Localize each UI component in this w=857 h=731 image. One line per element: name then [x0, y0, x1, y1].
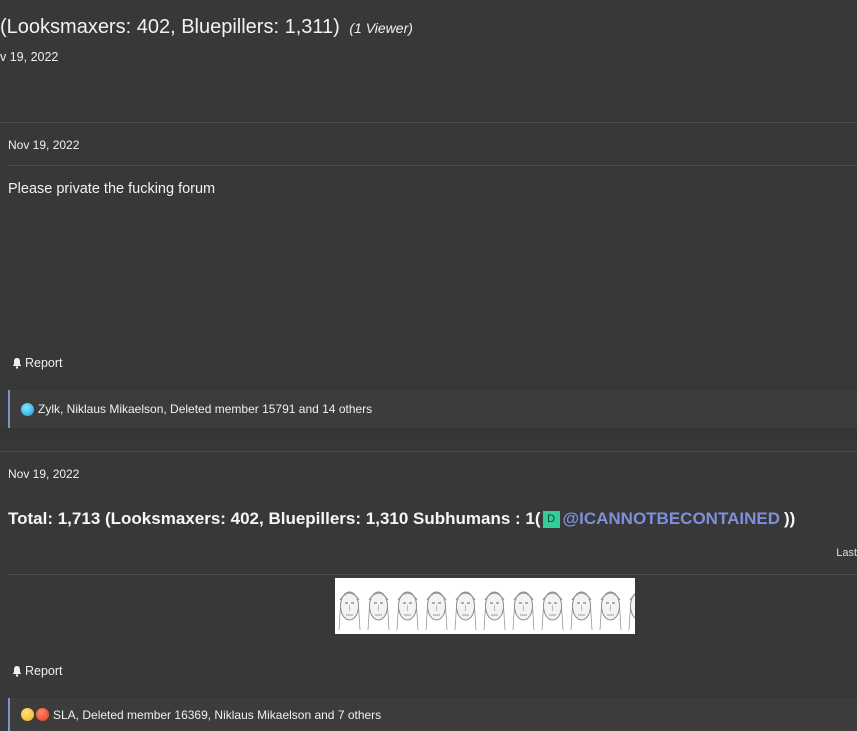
face-image-tile — [425, 591, 448, 631]
reaction-users[interactable]: SLA, Deleted member 16369, Niklaus Mikae… — [53, 708, 381, 722]
thread-start-date: v 19, 2022 — [0, 50, 59, 64]
viewer-count: (1 Viewer) — [349, 20, 413, 36]
report-button[interactable]: Report — [11, 664, 63, 678]
post-separator — [0, 428, 857, 440]
last-edited-label: Last — [836, 547, 857, 559]
user-mention-link[interactable]: @ICANNOTBECONTAINED — [563, 509, 780, 529]
report-label: Report — [25, 356, 63, 370]
face-image-tile — [541, 591, 564, 631]
face-image-tile — [367, 591, 390, 631]
bell-icon — [12, 358, 22, 369]
post-divider — [0, 451, 857, 452]
report-label: Report — [25, 664, 63, 678]
post-date[interactable]: Nov 19, 2022 — [8, 467, 79, 481]
post-divider — [0, 122, 857, 123]
forum-thread-page: (Looksmaxers: 402, Bluepillers: 1,311) (… — [0, 0, 857, 731]
thread-title: (Looksmaxers: 402, Bluepillers: 1,311) (… — [0, 16, 413, 39]
face-image-tile — [454, 591, 477, 631]
face-image-tile — [512, 591, 535, 631]
post-message: Please private the fucking forum — [8, 181, 216, 197]
reaction-users[interactable]: Zylk, Niklaus Mikaelson, Deleted member … — [38, 402, 372, 416]
reactions-bar[interactable]: SLA, Deleted member 16369, Niklaus Mikae… — [8, 698, 857, 731]
embedded-image[interactable] — [335, 578, 635, 634]
report-button[interactable]: Report — [11, 356, 63, 370]
bell-icon — [12, 666, 22, 677]
post-body-divider — [8, 574, 857, 575]
face-image-tile — [599, 591, 622, 631]
thread-title-text: (Looksmaxers: 402, Bluepillers: 1,311) — [0, 16, 340, 38]
total-text: Total: 1,713 (Looksmaxers: 402, Bluepill… — [8, 509, 541, 528]
face-image-tile — [570, 591, 593, 631]
face-image-tile — [483, 591, 506, 631]
avatar[interactable]: D — [542, 510, 560, 528]
total-close: )) — [783, 509, 796, 528]
post-message: Total: 1,713 (Looksmaxers: 402, Bluepill… — [8, 509, 795, 529]
face-image-tile — [628, 593, 635, 631]
post-header-divider — [8, 165, 857, 166]
haha-icon — [21, 708, 34, 721]
reactions-bar[interactable]: Zylk, Niklaus Mikaelson, Deleted member … — [8, 390, 857, 428]
angry-icon — [36, 708, 49, 721]
face-image-tile — [338, 591, 361, 631]
post-date[interactable]: Nov 19, 2022 — [8, 138, 79, 152]
like-icon — [21, 402, 34, 416]
face-image-tile — [396, 591, 419, 631]
